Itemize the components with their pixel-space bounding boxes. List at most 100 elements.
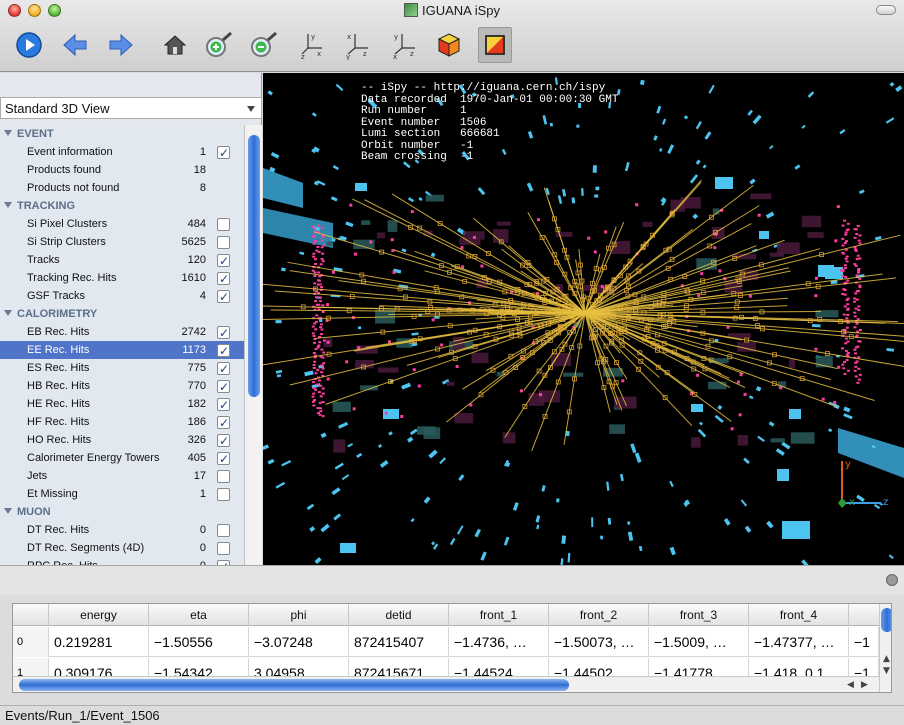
view-selector-dropdown[interactable]: Standard 3D View (0, 97, 262, 119)
scroll-up-arrow-icon[interactable]: ▲ (883, 654, 890, 664)
visibility-checkbox[interactable] (217, 236, 230, 249)
endcap-hit (317, 250, 321, 253)
tree-item-ee-rec-hits[interactable]: EE Rec. Hits 1173 (0, 341, 244, 360)
back-button[interactable] (58, 27, 92, 63)
visibility-checkbox[interactable] (217, 270, 230, 288)
scroll-left-arrow-icon[interactable]: ◀ (847, 680, 854, 690)
table-cell[interactable]: −1.5009, … (649, 627, 749, 657)
table-header-detid[interactable]: detid (349, 604, 449, 626)
view-xz-button[interactable]: x z y (341, 27, 375, 63)
tree-item-tracking-rec-hits[interactable]: Tracking Rec. Hits 1610 (0, 269, 244, 288)
tree-item-event-information[interactable]: Event information 1 (0, 143, 244, 162)
tree-item-hb-rec-hits[interactable]: HB Rec. Hits 770 (0, 377, 244, 396)
table-header-energy[interactable]: energy (49, 604, 149, 626)
tree-scroll-thumb[interactable] (248, 135, 260, 397)
visibility-checkbox[interactable] (217, 396, 230, 414)
visibility-checkbox[interactable] (217, 524, 230, 537)
visibility-checkbox[interactable] (217, 144, 230, 162)
visibility-checkbox[interactable] (217, 542, 230, 555)
endcap-hit (321, 252, 325, 255)
disclosure-triangle-icon[interactable] (4, 310, 12, 316)
table-cell[interactable]: −1.4736, … (449, 627, 549, 657)
visibility-checkbox[interactable] (217, 488, 230, 501)
rec-hit (834, 239, 838, 243)
tree-item-ho-rec-hits[interactable]: HO Rec. Hits 326 (0, 431, 244, 450)
table-cell[interactable]: 0.219281 (49, 627, 149, 657)
scroll-down-arrow-icon[interactable]: ▼ (883, 666, 890, 676)
table-header-front-2[interactable]: front_2 (549, 604, 649, 626)
table-cell[interactable]: −1.47377, … (749, 627, 849, 657)
tree-item-tracks[interactable]: Tracks 120 (0, 251, 244, 270)
event-display-3d-view[interactable]: y x z -- iSpy -- http://iguana.cern.ch/i… (263, 73, 904, 565)
table-cell[interactable]: −1.50073, … (549, 627, 649, 657)
home-button[interactable] (158, 27, 192, 63)
zoom-out-button[interactable] (247, 27, 281, 63)
tree-category-tracking[interactable]: TRACKING (0, 197, 244, 215)
tree-item-hf-rec-hits[interactable]: HF Rec. Hits 186 (0, 413, 244, 432)
tree-item-et-missing[interactable]: Et Missing 1 (0, 485, 244, 503)
tree-item-calorimeter-energy-towers[interactable]: Calorimeter Energy Towers 405 (0, 449, 244, 468)
hcal-tower (458, 474, 465, 481)
tree-item-gsf-tracks[interactable]: GSF Tracks 4 (0, 287, 244, 306)
tree-category-calorimetry[interactable]: CALORIMETRY (0, 305, 244, 323)
tree-item-dt-rec-hits[interactable]: DT Rec. Hits 0 (0, 521, 244, 539)
visibility-checkbox[interactable] (217, 342, 230, 360)
tree-category-muon[interactable]: MUON (0, 503, 244, 521)
table-header-phi[interactable]: phi (249, 604, 349, 626)
visibility-checkbox[interactable] (217, 324, 230, 342)
tree-item-he-rec-hits[interactable]: HE Rec. Hits 182 (0, 395, 244, 414)
disclosure-triangle-icon[interactable] (4, 508, 12, 514)
tree-item-products-not-found[interactable]: Products not found 8 (0, 179, 244, 197)
tree-item-es-rec-hits[interactable]: ES Rec. Hits 775 (0, 359, 244, 378)
toolbar-toggle-button[interactable] (876, 5, 896, 15)
restore-panel-icon[interactable] (886, 574, 898, 586)
scroll-right-arrow-icon[interactable]: ▶ (861, 680, 868, 690)
table-vscroll-thumb[interactable] (881, 608, 891, 632)
table-hscroll-thumb[interactable] (19, 679, 569, 691)
orthographic-view-button[interactable] (478, 27, 512, 63)
table-horizontal-scrollbar[interactable]: ◀ ▶ (13, 676, 879, 692)
visibility-checkbox[interactable] (217, 470, 230, 483)
visibility-checkbox[interactable] (217, 252, 230, 270)
table-cell[interactable]: 872415407 (349, 627, 449, 657)
tree-category-event[interactable]: EVENT (0, 125, 244, 143)
tree-item-dt-rec-segments-4d[interactable]: DT Rec. Segments (4D) 0 (0, 539, 244, 557)
tree-item-si-pixel-clusters[interactable]: Si Pixel Clusters 484 (0, 215, 244, 233)
table-cell[interactable]: −1 (849, 627, 879, 657)
view-xy-button[interactable]: y z x (388, 27, 422, 63)
table-cell[interactable]: −3.07248 (249, 627, 349, 657)
disclosure-triangle-icon[interactable] (4, 130, 12, 136)
hcal-tower (692, 213, 699, 220)
tree-item-si-strip-clusters[interactable]: Si Strip Clusters 5625 (0, 233, 244, 251)
table-header-front-3[interactable]: front_3 (649, 604, 749, 626)
table-row[interactable]: 0 0.219281 −1.50556 −3.07248 872415407 −1.473… (13, 627, 879, 657)
visibility-checkbox[interactable] (217, 414, 230, 432)
tree-item-eb-rec-hits[interactable]: EB Rec. Hits 2742 (0, 323, 244, 342)
forward-button[interactable] (104, 27, 138, 63)
hcal-tower (545, 187, 550, 196)
panel-divider[interactable] (0, 565, 904, 595)
visibility-checkbox[interactable] (217, 288, 230, 306)
tree-item-jets[interactable]: Jets 17 (0, 467, 244, 485)
endcap-hit (854, 292, 858, 295)
play-button[interactable] (12, 27, 46, 63)
endcap-hit (857, 305, 861, 308)
tree-vertical-scrollbar[interactable] (244, 125, 262, 565)
hcal-tower (388, 431, 393, 436)
tree-item-rpc-rec-hits[interactable]: RPC Rec. Hits 0 (0, 557, 244, 565)
table-header-front-1[interactable]: front_1 (449, 604, 549, 626)
perspective-view-button[interactable] (432, 27, 466, 63)
tree-item-products-found[interactable]: Products found 18 (0, 161, 244, 179)
visibility-checkbox[interactable] (217, 450, 230, 468)
table-cell[interactable]: −1.50556 (149, 627, 249, 657)
visibility-checkbox[interactable] (217, 378, 230, 396)
visibility-checkbox[interactable] (217, 432, 230, 450)
view-yz-button[interactable]: y x z (296, 27, 330, 63)
zoom-in-button[interactable] (202, 27, 236, 63)
table-header-eta[interactable]: eta (149, 604, 249, 626)
visibility-checkbox[interactable] (217, 218, 230, 231)
visibility-checkbox[interactable] (217, 360, 230, 378)
table-vertical-scrollbar[interactable]: ▲ ▼ (879, 604, 891, 692)
disclosure-triangle-icon[interactable] (4, 202, 12, 208)
table-header-front-4[interactable]: front_4 (749, 604, 849, 626)
